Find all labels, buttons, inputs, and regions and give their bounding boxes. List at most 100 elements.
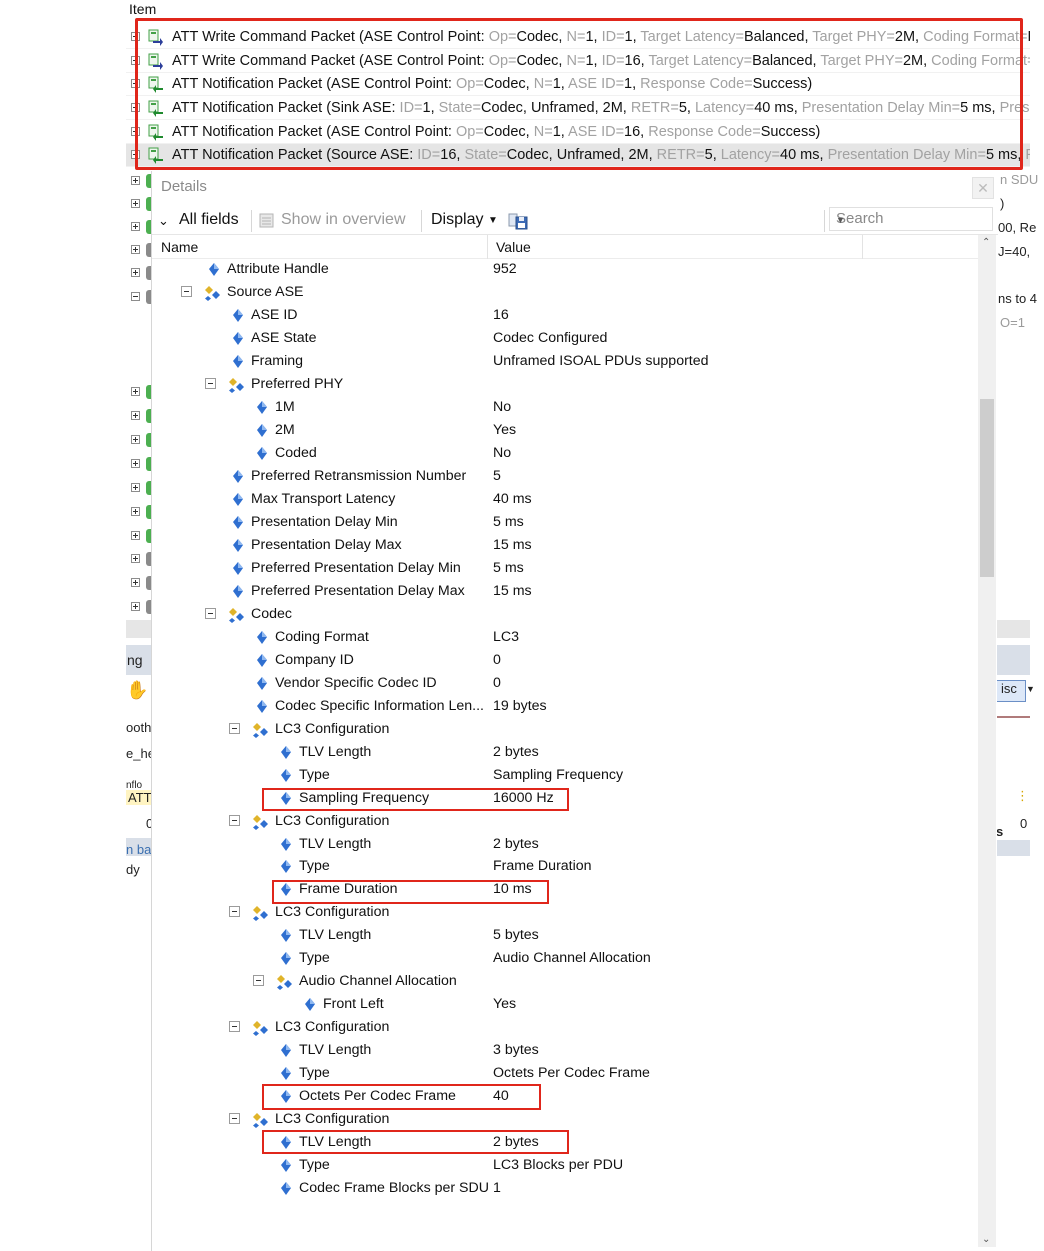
tree-group-row[interactable]: LC3 Configuration: [152, 1108, 978, 1131]
expand-icon[interactable]: [131, 435, 140, 444]
chevron-down-icon[interactable]: ▼: [836, 215, 987, 225]
expand-icon[interactable]: [131, 176, 140, 185]
tree-group-row[interactable]: LC3 Configuration: [152, 901, 978, 924]
tree-group-row[interactable]: Preferred PHY: [152, 373, 978, 396]
expand-icon[interactable]: [131, 245, 140, 254]
tree-field-row[interactable]: ASE State Codec Configured: [152, 327, 978, 350]
expand-icon[interactable]: [131, 79, 140, 88]
tree-field-row[interactable]: Presentation Delay Min 5 ms: [152, 511, 978, 534]
tree-field-row[interactable]: Frame Duration 10 ms: [152, 878, 978, 901]
expand-icon[interactable]: [131, 150, 140, 159]
packet-row[interactable]: ATT Write Command Packet (ASE Control Po…: [126, 50, 1030, 73]
scrollbar-thumb[interactable]: [980, 399, 994, 577]
tree-field-row[interactable]: TLV Length 3 bytes: [152, 1039, 978, 1062]
expand-icon[interactable]: [131, 602, 140, 611]
collapse-icon[interactable]: [229, 1021, 240, 1033]
tree-field-row[interactable]: Framing Unframed ISOAL PDUs supported: [152, 350, 978, 373]
item-column-header[interactable]: Item: [129, 1, 156, 17]
expand-icon[interactable]: [131, 387, 140, 396]
save-icon[interactable]: [508, 212, 528, 235]
tree-field-row[interactable]: Max Transport Latency 40 ms: [152, 488, 978, 511]
tree-field-row[interactable]: Octets Per Codec Frame 40: [152, 1085, 978, 1108]
expand-icon[interactable]: [131, 222, 140, 231]
tree-field-row[interactable]: Preferred Presentation Delay Min 5 ms: [152, 557, 978, 580]
collapse-icon[interactable]: [253, 975, 264, 987]
expand-icon[interactable]: [131, 32, 140, 41]
tree-group-row[interactable]: LC3 Configuration: [152, 718, 978, 741]
field-node-icon: [255, 446, 269, 461]
expand-icon[interactable]: [131, 199, 140, 208]
hand-icon[interactable]: ✋: [126, 680, 148, 701]
expand-icon[interactable]: [131, 483, 140, 492]
tree-field-row[interactable]: Type Octets Per Codec Frame: [152, 1062, 978, 1085]
tree-field-row[interactable]: Codec Specific Information Len... 19 byte…: [152, 695, 978, 718]
tree-field-row[interactable]: Type Sampling Frequency: [152, 764, 978, 787]
all-fields-button[interactable]: All fields: [179, 211, 239, 229]
tree-field-row[interactable]: Type Frame Duration: [152, 855, 978, 878]
tree-group-row[interactable]: LC3 Configuration: [152, 1016, 978, 1039]
collapse-icon[interactable]: [205, 607, 216, 619]
expand-icon[interactable]: [131, 531, 140, 540]
collapse-icon[interactable]: [181, 285, 192, 297]
chevron-down-icon[interactable]: ▼: [1026, 684, 1035, 694]
tree-field-row[interactable]: Preferred Presentation Delay Max 15 ms: [152, 580, 978, 603]
collapse-icon[interactable]: [229, 1113, 240, 1125]
collapse-icon[interactable]: [229, 906, 240, 918]
collapse-icon[interactable]: [229, 814, 240, 826]
expand-icon[interactable]: [131, 103, 140, 112]
tree-field-row[interactable]: Coding Format LC3: [152, 626, 978, 649]
search-input[interactable]: Search ▼: [829, 207, 993, 231]
packet-row[interactable]: ATT Notification Packet (ASE Control Poi…: [126, 73, 1030, 96]
tree-field-row[interactable]: TLV Length 5 bytes: [152, 924, 978, 947]
tree-field-row[interactable]: 1M No: [152, 396, 978, 419]
column-separator[interactable]: [487, 235, 488, 259]
column-separator[interactable]: [862, 235, 863, 259]
tree-field-row[interactable]: Coded No: [152, 442, 978, 465]
display-dropdown[interactable]: Display: [431, 211, 483, 229]
show-in-overview-button[interactable]: Show in overview: [281, 211, 406, 229]
tree-field-row[interactable]: TLV Length 2 bytes: [152, 741, 978, 764]
packet-row[interactable]: ATT Write Command Packet (ASE Control Po…: [126, 26, 1030, 49]
tree-field-row[interactable]: Sampling Frequency 16000 Hz: [152, 787, 978, 810]
isc-dropdown[interactable]: isc: [996, 680, 1026, 702]
name-column-header[interactable]: Name: [161, 239, 198, 255]
scroll-down-icon[interactable]: ⌄: [982, 1234, 990, 1245]
expand-icon[interactable]: [131, 268, 140, 277]
expand-all-icon[interactable]: ⌄: [158, 213, 169, 229]
tree-field-row[interactable]: Codec Frame Blocks per SDU 1: [152, 1177, 978, 1200]
tree-field-row[interactable]: Company ID 0: [152, 649, 978, 672]
collapse-icon[interactable]: [229, 722, 240, 734]
tree-field-row[interactable]: 2M Yes: [152, 419, 978, 442]
expand-icon[interactable]: [131, 578, 140, 587]
vertical-scrollbar[interactable]: ⌃ ⌄: [978, 235, 996, 1247]
tree-field-row[interactable]: Presentation Delay Max 15 ms: [152, 534, 978, 557]
tree-field-row[interactable]: Preferred Retransmission Number 5: [152, 465, 978, 488]
tree-field-row[interactable]: ASE ID 16: [152, 304, 978, 327]
collapse-icon[interactable]: [205, 377, 216, 389]
tree-group-row[interactable]: LC3 Configuration: [152, 810, 978, 833]
tree-field-row[interactable]: Attribute Handle 952: [152, 258, 978, 281]
tree-field-row[interactable]: TLV Length 2 bytes: [152, 833, 978, 856]
packet-row[interactable]: ATT Notification Packet (Source ASE: ID=…: [126, 144, 1030, 167]
expand-icon[interactable]: [131, 56, 140, 65]
tree-group-row[interactable]: Codec: [152, 603, 978, 626]
tree-field-row[interactable]: Front Left Yes: [152, 993, 978, 1016]
collapse-icon[interactable]: [131, 292, 140, 301]
tree-field-row[interactable]: Type Audio Channel Allocation: [152, 947, 978, 970]
scroll-up-icon[interactable]: ⌃: [982, 237, 990, 248]
packet-row[interactable]: ATT Notification Packet (ASE Control Poi…: [126, 121, 1030, 144]
expand-icon[interactable]: [131, 507, 140, 516]
close-icon[interactable]: ✕: [972, 177, 994, 199]
tree-group-row[interactable]: Audio Channel Allocation: [152, 970, 978, 993]
tree-group-row[interactable]: Source ASE: [152, 281, 978, 304]
tree-field-row[interactable]: TLV Length 2 bytes: [152, 1131, 978, 1154]
expand-icon[interactable]: [131, 411, 140, 420]
value-column-header[interactable]: Value: [496, 239, 531, 255]
expand-icon[interactable]: [131, 554, 140, 563]
expand-icon[interactable]: [131, 127, 140, 136]
expand-icon[interactable]: [131, 459, 140, 468]
chevron-down-icon[interactable]: ▼: [488, 215, 498, 226]
tree-field-row[interactable]: Vendor Specific Codec ID 0: [152, 672, 978, 695]
packet-row[interactable]: ATT Notification Packet (Sink ASE: ID=1,…: [126, 97, 1030, 120]
tree-field-row[interactable]: Type LC3 Blocks per PDU: [152, 1154, 978, 1177]
